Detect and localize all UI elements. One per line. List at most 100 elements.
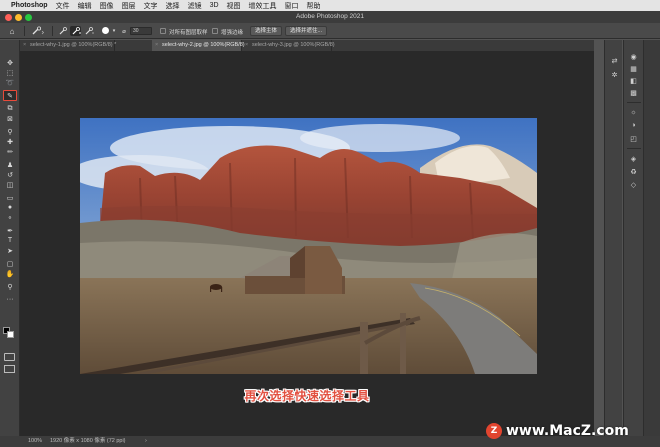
dodge-icon: ⚬: [7, 214, 13, 222]
canvas-area[interactable]: 再次选择快速选择工具: [20, 51, 594, 436]
menu-layer[interactable]: 图层: [122, 1, 136, 11]
libraries-icon[interactable]: ◰: [628, 134, 639, 143]
options-divider: [52, 26, 53, 36]
macz-logo: Z: [486, 423, 502, 439]
menu-filter[interactable]: 滤镜: [188, 1, 202, 11]
window-title: Adobe Photoshop 2021: [296, 13, 364, 20]
layers-icon[interactable]: ◈: [628, 154, 639, 163]
paths-icon[interactable]: ◇: [628, 180, 639, 189]
close-tab-icon[interactable]: ×: [23, 40, 26, 51]
zoom-level[interactable]: 100%: [28, 436, 42, 447]
type-icon: T: [7, 237, 13, 244]
menu-3d[interactable]: 3D: [210, 2, 219, 9]
menu-view[interactable]: 视图: [227, 1, 241, 11]
history-icon[interactable]: ⇄: [609, 56, 620, 65]
landscape-photo: [80, 118, 537, 374]
add-to-selection-icon[interactable]: [70, 26, 81, 36]
select-subject-button[interactable]: 选择主体: [250, 26, 283, 36]
menu-image[interactable]: 图像: [100, 1, 114, 11]
lasso-tool[interactable]: ➰: [3, 77, 17, 88]
clone-stamp-icon: ♟: [6, 161, 14, 169]
dodge-tool[interactable]: ⚬: [3, 212, 17, 223]
menu-plugins[interactable]: 增效工具: [249, 1, 277, 11]
collapsed-panel-strip: ⇄ ✲: [604, 40, 622, 436]
tab-label: select-why-1.jpg @ 100%(RGB/8) *: [30, 42, 117, 48]
path-selection-tool[interactable]: ➤: [3, 245, 17, 256]
swatches-icon[interactable]: ▦: [628, 64, 639, 73]
brush-tool[interactable]: ✏: [3, 146, 17, 157]
brush-size-field[interactable]: 30: [130, 27, 152, 35]
frame-tool[interactable]: ⊠: [3, 113, 17, 124]
channels-icon[interactable]: ♻: [628, 167, 639, 176]
eraser-tool[interactable]: ◫: [3, 179, 17, 190]
menu-file[interactable]: 文件: [56, 1, 70, 11]
hand-tool[interactable]: ✋: [3, 268, 17, 279]
enhance-edge-label: 增强边缘: [221, 30, 244, 36]
gradients-icon[interactable]: ◧: [628, 76, 639, 85]
background-color-swatch[interactable]: [7, 331, 14, 338]
color-icon[interactable]: ◉: [628, 52, 639, 61]
tab-select-why-3[interactable]: × select-why-3.jpg @ 100%(RGB/8): [242, 40, 335, 51]
brush-angle-icon[interactable]: ⌀: [120, 26, 128, 36]
tab-select-why-2[interactable]: × select-why-2.jpg @ 100%(RGB/8): [152, 40, 245, 51]
zoom-icon: ⚲: [7, 283, 13, 291]
watermark-text: www.MacZ.com: [506, 423, 629, 439]
blur-icon: ●: [7, 204, 13, 211]
move-icon: ✥: [7, 59, 13, 67]
patterns-icon[interactable]: ▩: [628, 88, 639, 97]
tab-select-why-1[interactable]: × select-why-1.jpg @ 100%(RGB/8) *: [20, 40, 117, 51]
brush-icon: ✏: [7, 148, 13, 156]
close-tab-icon[interactable]: ×: [245, 40, 248, 51]
quick-mask-icon[interactable]: [4, 353, 15, 361]
crop-icon: ⧉: [7, 104, 13, 112]
history-brush-icon: ↺: [7, 171, 13, 179]
document-info: 1920 像素 x 1080 像素 (72 ppi): [50, 438, 126, 444]
menu-select[interactable]: 选择: [166, 1, 180, 11]
new-selection-icon[interactable]: [57, 26, 68, 36]
tab-label: select-why-2.jpg @ 100%(RGB/8): [162, 42, 245, 48]
tool-preset-picker[interactable]: [30, 26, 46, 36]
zoom-tool[interactable]: ⚲: [3, 281, 17, 292]
sample-all-layers-label: 对所有图层取样: [169, 30, 208, 36]
title-bar: Adobe Photoshop 2021: [0, 11, 660, 23]
menu-window[interactable]: 窗口: [285, 1, 299, 11]
adjustments-icon[interactable]: ☼: [628, 108, 639, 117]
close-tab-icon[interactable]: ×: [155, 40, 158, 51]
eyedropper-icon: ⚲: [7, 128, 13, 136]
pen-icon: ✒: [7, 227, 13, 235]
quick-selection-icon: ✎: [7, 92, 13, 100]
menu-help[interactable]: 帮助: [307, 1, 321, 11]
home-icon[interactable]: ⌂: [6, 26, 18, 36]
tab-label: select-why-3.jpg @ 100%(RGB/8): [252, 42, 335, 48]
menu-edit[interactable]: 编辑: [78, 1, 92, 11]
select-and-mask-button[interactable]: 选择并遮住...: [285, 26, 328, 36]
options-bar: ⌂ ▾ ⌀ 30 对所有图层取样 增强边缘 选择主体 选择并遮住...: [0, 23, 660, 39]
more-tools[interactable]: ···: [3, 294, 17, 305]
marquee-icon: ⬚: [6, 69, 14, 77]
enhance-edge-checkbox[interactable]: [212, 28, 218, 34]
gradient-icon: ▭: [6, 194, 14, 202]
styles-icon[interactable]: ◑: [628, 121, 639, 130]
tools-panel: ✥ ⬚ ➰ ✎ ⧉ ⊠ ⚲ ✚ ✏ ♟ ↺ ◫ ▭ ● ⚬ ✒ T ➤ ▢ ✋ ⚲ ···: [0, 40, 20, 436]
panel-dock: ◉ ▦ ◧ ▩ ☼ ◑ ◰ ◈ ♻ ◇: [623, 40, 643, 436]
caption-text: 再次选择快速选择工具: [244, 389, 370, 403]
photoshop-window: Photoshop 文件 编辑 图像 图层 文字 选择 滤镜 3D 视图 增效工…: [0, 0, 660, 447]
document-image[interactable]: [80, 118, 537, 374]
sample-all-layers-checkbox[interactable]: [160, 28, 166, 34]
quick-selection-tool[interactable]: ✎: [3, 90, 17, 101]
subtract-from-selection-icon[interactable]: [83, 26, 94, 36]
eraser-icon: ◫: [6, 181, 14, 189]
screen-mode-icon[interactable]: [4, 365, 15, 373]
mac-menu-bar: Photoshop 文件 编辑 图像 图层 文字 选择 滤镜 3D 视图 增效工…: [0, 0, 660, 11]
properties-icon[interactable]: ✲: [609, 70, 620, 79]
panel-scroll-area[interactable]: [643, 40, 660, 436]
hand-icon: ✋: [5, 270, 15, 278]
panel-divider: [627, 148, 641, 149]
chevron-down-icon[interactable]: ▾: [111, 26, 117, 36]
menu-app-name[interactable]: Photoshop: [11, 2, 48, 9]
menu-type[interactable]: 文字: [144, 1, 158, 11]
frame-icon: ⊠: [7, 115, 13, 123]
status-menu-arrow[interactable]: ›: [145, 436, 147, 447]
brush-size-preview[interactable]: [102, 27, 109, 34]
watermark: Z www.MacZ.com: [486, 423, 629, 439]
